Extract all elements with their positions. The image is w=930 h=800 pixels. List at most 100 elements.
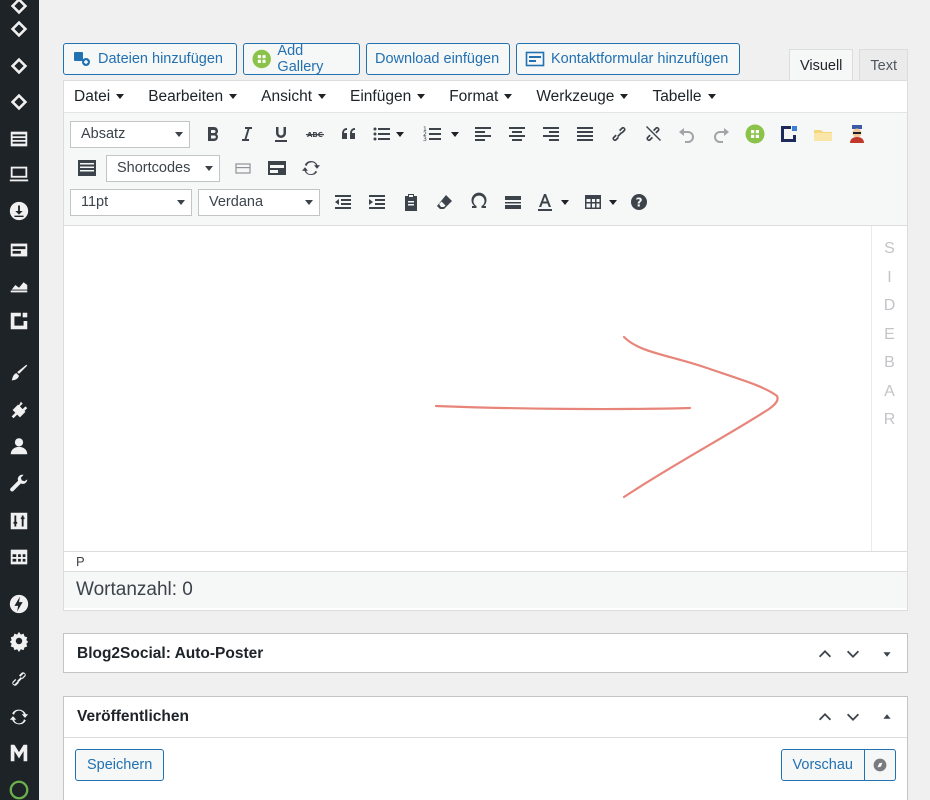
bolt-icon[interactable] (7, 592, 31, 616)
editor-content-area[interactable]: S I D E B A R (64, 226, 907, 552)
menu-diamond-icon[interactable] (7, 90, 31, 114)
add-contact-form-label: Kontaktformular hinzufügen (551, 51, 729, 67)
insert-download-label: Download einfügen (375, 51, 500, 67)
preview-options-button[interactable] (865, 749, 896, 781)
insert-form-button[interactable] (260, 153, 294, 183)
menu-diamond-icon[interactable] (7, 17, 31, 41)
move-down-button[interactable] (843, 705, 863, 729)
refresh-green-icon[interactable] (7, 778, 31, 800)
monitor-icon[interactable] (7, 162, 31, 186)
sync-icon[interactable] (7, 705, 31, 729)
grid-table-icon[interactable] (7, 545, 31, 569)
folder-plugin-button[interactable] (806, 119, 840, 149)
chevron-down-icon (396, 131, 404, 137)
insert-download-button[interactable]: Download einfügen (366, 43, 510, 75)
page-break-button[interactable] (226, 153, 260, 183)
menu-diamond-icon[interactable] (7, 0, 31, 18)
help-button[interactable]: ? (622, 187, 656, 217)
tab-visual[interactable]: Visuell (788, 49, 854, 81)
menu-label: Bearbeiten (148, 87, 224, 105)
move-down-button[interactable] (843, 642, 863, 666)
gallery-plugin-button[interactable] (738, 119, 772, 149)
add-gallery-label: Add Gallery (277, 43, 324, 75)
chevron-down-icon (846, 713, 860, 721)
user-icon[interactable] (7, 434, 31, 458)
blockquote-button[interactable] (332, 119, 366, 149)
brand-logo-icon[interactable] (7, 309, 31, 333)
classic-editor: Datei Bearbeiten Ansicht Einfügen Format… (63, 80, 908, 611)
italic-button[interactable] (230, 119, 264, 149)
numbered-list-icon: 123 (423, 126, 441, 143)
menu-tools[interactable]: Werkzeuge (536, 88, 629, 106)
menu-edit[interactable]: Bearbeiten (148, 87, 238, 106)
plugin-icon[interactable] (7, 398, 31, 422)
shortcodes-select[interactable]: Shortcodes (106, 154, 220, 182)
bullet-list-button[interactable] (366, 119, 410, 149)
font-family-select[interactable]: Verdana (198, 188, 320, 216)
link-icon[interactable] (7, 667, 31, 691)
menu-table[interactable]: Tabelle (652, 88, 716, 106)
add-media-button[interactable]: Dateien hinzufügen (63, 43, 237, 75)
strikethrough-button[interactable]: ABC (298, 119, 332, 149)
horizontal-rule-button[interactable] (496, 187, 530, 217)
toolbar-toggle-button[interactable] (70, 153, 104, 183)
save-draft-button[interactable]: Speichern (75, 749, 165, 781)
m-logo-icon[interactable] (7, 741, 31, 765)
eraser-icon (437, 195, 452, 209)
redo-button[interactable] (704, 119, 738, 149)
download-icon[interactable] (7, 199, 31, 223)
indent-button[interactable] (360, 187, 394, 217)
list-table-icon[interactable] (7, 127, 31, 151)
table-button[interactable] (578, 187, 622, 217)
block-format-select[interactable]: Absatz (70, 120, 190, 148)
chevron-down-icon (417, 94, 426, 99)
element-path-p[interactable]: P (76, 554, 85, 569)
add-contact-form-button[interactable]: Kontaktformular hinzufügen (516, 43, 740, 75)
chevron-down-icon (707, 94, 716, 99)
form-icon[interactable] (7, 238, 31, 262)
remove-link-button[interactable] (636, 119, 670, 149)
move-up-button[interactable] (815, 705, 835, 729)
insert-link-button[interactable] (602, 119, 636, 149)
paste-text-button[interactable] (394, 187, 428, 217)
menu-file[interactable]: Datei (74, 88, 125, 106)
underline-button[interactable] (264, 119, 298, 149)
undo-button[interactable] (670, 119, 704, 149)
gallery-icon (745, 124, 765, 144)
link-icon (612, 127, 626, 141)
brush-icon[interactable] (7, 361, 31, 385)
toggle-panel-button[interactable] (877, 642, 897, 666)
special-character-button[interactable] (462, 187, 496, 217)
menu-diamond-icon[interactable] (7, 54, 31, 78)
undo-icon (679, 128, 694, 143)
menu-view[interactable]: Ansicht (261, 88, 327, 106)
numbered-list-button[interactable]: 123 (416, 119, 466, 149)
sync-button[interactable] (294, 153, 328, 183)
bold-button[interactable] (196, 119, 230, 149)
text-color-button[interactable] (530, 187, 574, 217)
element-path: P (64, 552, 907, 572)
clear-formatting-button[interactable] (428, 187, 462, 217)
wrench-icon[interactable] (7, 472, 31, 496)
gear-icon[interactable] (7, 629, 31, 653)
align-justify-button[interactable] (568, 119, 602, 149)
character-plugin-button[interactable] (840, 119, 874, 149)
sidebar-letter: S (884, 240, 895, 257)
brand-plugin-button[interactable] (772, 119, 806, 149)
chart-icon[interactable] (7, 273, 31, 297)
align-center-button[interactable] (500, 119, 534, 149)
add-gallery-button[interactable]: Add Gallery (243, 43, 360, 75)
move-up-button[interactable] (815, 642, 835, 666)
tab-text[interactable]: Text (859, 49, 908, 81)
preview-button[interactable]: Vorschau (780, 749, 865, 781)
align-right-button[interactable] (534, 119, 568, 149)
font-size-select[interactable]: 11pt (70, 188, 192, 216)
align-left-button[interactable] (466, 119, 500, 149)
menu-format[interactable]: Format (449, 88, 513, 106)
settings-sliders-icon[interactable] (7, 509, 31, 533)
outdent-button[interactable] (326, 187, 360, 217)
menu-insert[interactable]: Einfügen (350, 88, 426, 106)
toggle-panel-button[interactable] (877, 705, 897, 729)
editor-tabs: Visuell Text (788, 49, 908, 81)
sidebar-toggle-strip[interactable]: S I D E B A R (871, 226, 907, 551)
